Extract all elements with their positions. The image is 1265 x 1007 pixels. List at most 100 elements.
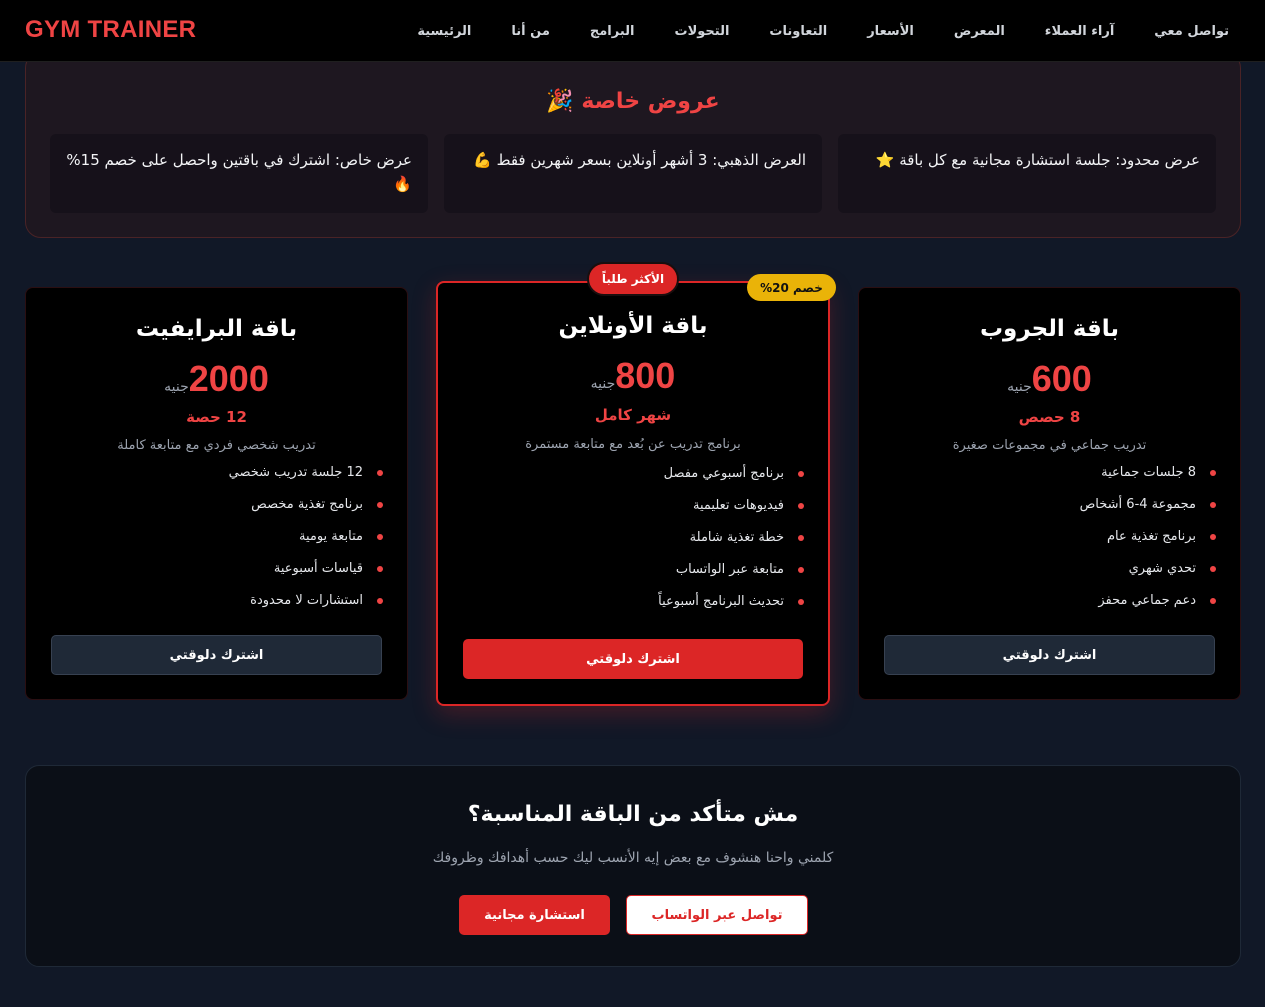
most-popular-badge: الأكثر طلباً [587,262,679,296]
feature-item: قياسات أسبوعية [50,553,383,585]
feature-list: 8 جلسات جماعية مجموعة 4-6 أشخاص برنامج ت… [883,457,1216,617]
plan-price: 2000جنيه [26,358,407,400]
feature-item: دعم جماعي محفز [883,585,1216,617]
plan-description: برنامج تدريب عن بُعد مع متابعة مستمرة [525,437,741,452]
price-currency: جنيه [1007,379,1032,395]
feature-item: 12 جلسة تدريب شخصي [50,457,383,489]
offer-card: العرض الذهبي: 3 أشهر أونلاين بسعر شهرين … [444,134,822,213]
plan-card-online: باقة الأونلاين 800جنيه شهر كامل برنامج ت… [436,281,830,706]
plan-card-private: باقة البرايفيت 2000جنيه 12 حصة تدريب شخص… [25,287,408,700]
feature-item: تحدي شهري [883,553,1216,585]
plan-period: 12 حصة [186,408,247,426]
plan-name: باقة البرايفيت [135,316,298,342]
feature-item: فيديوهات تعليمية [462,490,804,522]
feature-text: تحدي شهري [1128,561,1196,576]
plan-description: تدريب شخصي فردي مع متابعة كاملة [117,438,316,453]
navbar: GYM TRAINER تواصل معي آراء العملاء المعر… [0,0,1265,62]
plan-price: 800جنيه [438,355,828,397]
nav-links: تواصل معي آراء العملاء المعرض الأسعار ال… [417,0,1229,62]
offer-text: عرض خاص: اشترك في باقتين واحصل على خصم 1… [66,151,412,169]
free-consultation-button[interactable]: استشارة مجانية [459,895,610,935]
bullet-icon [798,567,804,573]
brand-logo[interactable]: GYM TRAINER [25,16,196,44]
feature-item: برنامج أسبوعي مفصل [462,458,804,490]
bullet-icon [798,503,804,509]
bullet-icon [798,471,804,477]
nav-gallery[interactable]: المعرض [954,24,1005,39]
feature-text: متابعة يومية [298,529,363,544]
nav-collaborations[interactable]: التعاونات [769,24,827,39]
feature-item: استشارات لا محدودة [50,585,383,617]
help-choose-section: مش متأكد من الباقة المناسبة؟ كلمني واحنا… [25,765,1241,967]
feature-text: برنامج تغذية عام [1106,529,1196,544]
feature-text: استشارات لا محدودة [250,593,363,608]
bullet-icon [798,599,804,605]
discount-badge: خصم 20% [747,274,836,301]
plan-name: باقة الجروب [979,316,1120,342]
bullet-icon [377,502,383,508]
fire-icon: 🔥 [393,175,412,193]
feature-text: فيديوهات تعليمية [692,498,784,513]
nav-contact[interactable]: تواصل معي [1154,24,1229,39]
feature-text: برنامج تغذية مخصص [251,497,363,512]
nav-pricing[interactable]: الأسعار [867,24,914,39]
feature-item: 8 جلسات جماعية [883,457,1216,489]
plan-period: 8 حصص [1018,408,1081,426]
feature-text: خطة تغذية شاملة [689,530,784,545]
plan-card-group: باقة الجروب 600جنيه 8 حصص تدريب جماعي في… [858,287,1241,700]
feature-text: دعم جماعي محفز [1098,593,1196,608]
star-icon: ⭐ [875,151,895,169]
feature-list: برنامج أسبوعي مفصل فيديوهات تعليمية خطة … [462,458,804,618]
plan-description: تدريب جماعي في مجموعات صغيرة [952,438,1147,453]
feature-item: برنامج تغذية مخصص [50,489,383,521]
feature-item: متابعة يومية [50,521,383,553]
feature-item: خطة تغذية شاملة [462,522,804,554]
nav-programs[interactable]: البرامج [590,24,635,39]
plan-price: 600جنيه [859,358,1240,400]
price-currency: جنيه [590,376,616,392]
feature-item: متابعة عبر الواتساب [462,554,804,586]
feature-text: برنامج أسبوعي مفصل [663,466,784,481]
special-offers-section: عروض خاصة 🎉 عرض محدود: جلسة استشارة مجان… [25,52,1241,238]
cta-subtitle: كلمني واحنا هنشوف مع بعض إيه الأنسب ليك … [432,850,834,866]
subscribe-button[interactable]: اشترك دلوقتي [51,635,382,675]
bullet-icon [377,470,383,476]
plan-period: شهر كامل [594,406,672,424]
bullet-icon [1210,534,1216,540]
bullet-icon [1210,598,1216,604]
feature-text: 8 جلسات جماعية [1101,465,1196,480]
nav-transformations[interactable]: التحولات [675,24,730,39]
price-amount: 600 [1031,358,1092,399]
whatsapp-contact-button[interactable]: تواصل عبر الواتساب [626,895,808,935]
feature-item: مجموعة 4-6 أشخاص [883,489,1216,521]
bullet-icon [1210,502,1216,508]
flexed-bicep-icon: 💪 [473,151,492,169]
feature-text: تحديث البرنامج أسبوعياً [658,594,784,609]
cta-title: مش متأكد من الباقة المناسبة؟ [467,802,799,827]
offer-text: عرض محدود: جلسة استشارة مجانية مع كل باق… [899,151,1200,169]
bullet-icon [1210,470,1216,476]
nav-testimonials[interactable]: آراء العملاء [1045,24,1114,39]
feature-item: تحديث البرنامج أسبوعياً [462,586,804,618]
nav-about[interactable]: من أنا [511,24,550,39]
price-currency: جنيه [164,379,189,395]
feature-text: قياسات أسبوعية [273,561,363,576]
feature-item: برنامج تغذية عام [883,521,1216,553]
nav-home[interactable]: الرئيسية [417,24,471,39]
offers-title: عروض خاصة 🎉 [546,89,720,114]
subscribe-button[interactable]: اشترك دلوقتي [884,635,1215,675]
bullet-icon [377,566,383,572]
feature-list: 12 جلسة تدريب شخصي برنامج تغذية مخصص متا… [50,457,383,617]
bullet-icon [377,534,383,540]
offer-card: عرض خاص: اشترك في باقتين واحصل على خصم 1… [50,134,428,213]
subscribe-button[interactable]: اشترك دلوقتي [463,639,803,679]
feature-text: 12 جلسة تدريب شخصي [228,465,363,480]
bullet-icon [377,598,383,604]
plan-name: باقة الأونلاين [558,313,708,339]
price-amount: 800 [615,355,676,396]
feature-text: متابعة عبر الواتساب [675,562,784,577]
price-amount: 2000 [188,358,269,399]
bullet-icon [798,535,804,541]
offer-text: العرض الذهبي: 3 أشهر أونلاين بسعر شهرين … [496,151,806,169]
feature-text: مجموعة 4-6 أشخاص [1079,497,1196,512]
